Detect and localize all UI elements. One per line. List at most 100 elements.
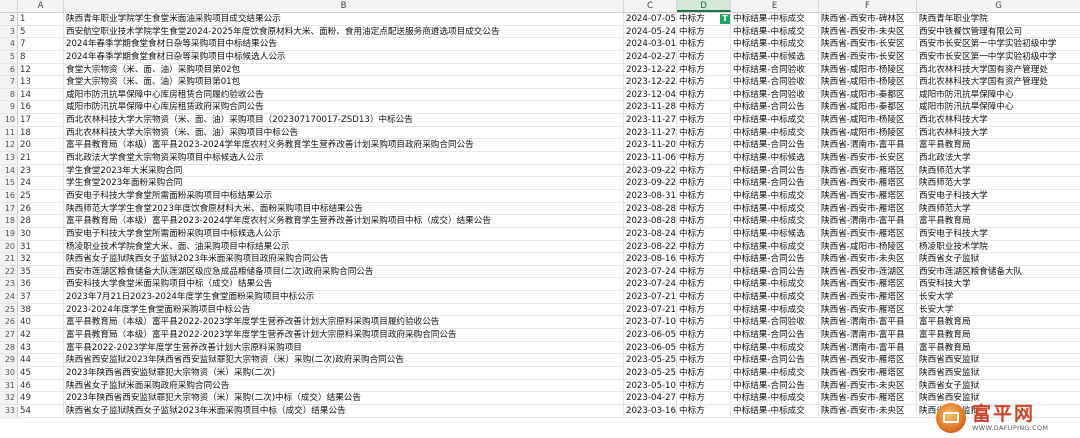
cell-b-title[interactable]: 陕西省女子监狱陕西女子监狱2023年米面采购项目中标（成交）结果公告	[64, 404, 624, 417]
cell-d-role[interactable]: 中标方	[677, 164, 731, 177]
cell-e-type[interactable]: 中标结果-中标成交	[731, 278, 819, 291]
cell-c-date[interactable]: 2024-02-27	[624, 50, 677, 63]
row-number-header[interactable]: 21	[0, 253, 18, 265]
cell-c-date[interactable]: 2024-03-01	[624, 38, 677, 50]
cell-c-date[interactable]: 2023-08-28	[624, 202, 677, 215]
cell-f-region[interactable]: 陕西省-西安市-未央区	[819, 253, 917, 265]
cell-b-title[interactable]: 食堂大宗物资（米、面、油）采购项目第01包	[64, 76, 624, 88]
cell-d-role[interactable]: 中标方	[677, 240, 731, 253]
cell-f-region[interactable]: 陕西省-渭南市-富平县	[819, 139, 917, 152]
cell-f-region[interactable]: 陕西省-西安市-雁塔区	[819, 366, 917, 379]
row-number-header[interactable]: 6	[0, 63, 18, 76]
cell-f-region[interactable]: 陕西省-咸阳市-秦都区	[819, 88, 917, 101]
cell-c-date[interactable]: 2023-08-24	[624, 227, 677, 240]
cell-f-region[interactable]: 陕西省-西安市-莲湖区	[819, 265, 917, 278]
cell-a[interactable]: 26	[18, 202, 64, 215]
cell-d-role[interactable]: 中标方	[677, 291, 731, 303]
cell-e-type[interactable]: 中标结果-合同公告	[731, 253, 819, 265]
cell-e-type[interactable]: 中标结果-中标成交	[731, 189, 819, 202]
cell-g-org[interactable]: 富平县教育局	[917, 215, 1080, 227]
cell-a[interactable]: 18	[18, 126, 64, 139]
cell-c-date[interactable]: 2023-11-06	[624, 152, 677, 164]
cell-b-title[interactable]: 2023年陕西省西安监狱罪犯大宗物资（米）采购(二次)	[64, 366, 624, 379]
cell-f-region[interactable]: 陕西省-咸阳市-杨陵区	[819, 76, 917, 88]
cell-b-title[interactable]: 2024年春季学期食堂食材日杂等采购项目中标结果公告	[64, 38, 624, 50]
cell-a[interactable]: 25	[18, 189, 64, 202]
cell-b-title[interactable]: 西北农林科技大学大宗物资（米、面、油）采购项目中标公告	[64, 126, 624, 139]
cell-f-region[interactable]: 陕西省-西安市-碑林区	[819, 13, 917, 25]
cell-g-org[interactable]: 陕西省女子监狱	[917, 380, 1080, 392]
cell-d-role[interactable]: 中标方	[677, 253, 731, 265]
cell-b-title[interactable]: 西北政法大学食堂大宗物资采购项目中标候选人公示	[64, 152, 624, 164]
cell-g-org[interactable]: 富平县教育局	[917, 139, 1080, 151]
cell-c-date[interactable]: 2023-08-28	[624, 215, 677, 227]
cell-c-date[interactable]: 2023-12-04	[624, 88, 677, 101]
cell-e-type[interactable]: 中标结果-合同验收	[731, 88, 819, 101]
cell-d-role[interactable]: 中标方	[677, 189, 731, 202]
cell-d-role[interactable]: 中标方	[677, 126, 731, 139]
cell-a[interactable]: 37	[18, 291, 64, 303]
column-header-f[interactable]: F	[819, 0, 917, 12]
cell-g-org[interactable]: 富平县教育局	[917, 342, 1080, 354]
cell-f-region[interactable]: 陕西省-西安市-长安区	[819, 152, 917, 164]
row-number-header[interactable]: 25	[0, 303, 18, 316]
cell-b-title[interactable]: 西安电子科技大学食堂所需面粉采购项目中标候选人公示	[64, 227, 624, 240]
cell-d-role[interactable]: 中标方	[677, 114, 731, 126]
cell-g-org[interactable]: 西安电子科技大学	[917, 228, 1080, 240]
cell-b-title[interactable]: 富平县教育局（本级）富平县2022-2023学年度学生营养改善计划大宗原料采购项…	[64, 329, 624, 341]
cell-b-title[interactable]: 西北农林科技大学大宗物资（米、面、油）采购项目（202307170017-ZSD…	[64, 114, 624, 126]
cell-c-date[interactable]: 2023-07-10	[624, 316, 677, 329]
cell-g-org[interactable]: 西北农林科技大学国有资产管理处	[917, 64, 1080, 76]
row-number-header[interactable]: 3	[0, 25, 18, 38]
row-number-header[interactable]: 23	[0, 278, 18, 291]
cell-e-type[interactable]: 中标结果-合同公告	[731, 265, 819, 278]
column-header-c[interactable]: C	[624, 0, 677, 12]
cell-c-date[interactable]: 2023-11-27	[624, 114, 677, 126]
cell-b-title[interactable]: 杨凌职业技术学院食堂大米、面、油采购项目中标结果公示	[64, 240, 624, 253]
cell-e-type[interactable]: 中标结果-中标成交	[731, 202, 819, 215]
cell-b-title[interactable]: 陕西省女子监狱米面采购政府采购合同公告	[64, 379, 624, 392]
cell-b-title[interactable]: 2023年陕西省西安监狱罪犯大宗物资（米）采购(二次)中标（成交）结果公告	[64, 392, 624, 404]
cell-d-role[interactable]: 中标方	[677, 177, 731, 189]
cell-a[interactable]: 46	[18, 379, 64, 392]
cell-c-date[interactable]: 2023-03-16	[624, 404, 677, 417]
cell-a[interactable]: 23	[18, 164, 64, 177]
cell-g-org[interactable]: 陕西省女子监狱	[917, 253, 1080, 265]
cell-a[interactable]: 1	[18, 13, 64, 25]
row-number-header[interactable]: 26	[0, 316, 18, 329]
cell-c-date[interactable]: 2023-08-22	[624, 240, 677, 253]
cell-f-region[interactable]: 陕西省-渭南市-富平县	[819, 329, 917, 341]
cell-c-date[interactable]: 2023-11-27	[624, 126, 677, 139]
cell-e-type[interactable]: 中标结果-合同公告	[731, 329, 819, 341]
cell-e-type[interactable]: 中标结果-中标成交	[731, 240, 819, 253]
cell-e-type[interactable]: 中标结果-中标成交	[731, 303, 819, 316]
row-number-header[interactable]: 15	[0, 177, 18, 189]
cell-a[interactable]: 17	[18, 114, 64, 126]
select-all-corner[interactable]	[0, 0, 18, 12]
cell-g-org[interactable]: 陕西师范大学	[917, 203, 1080, 215]
row-number-header[interactable]: 5	[0, 50, 18, 63]
cell-g-org[interactable]: 陕西青年职业学院	[917, 13, 1080, 25]
cell-g-org[interactable]: 西安市长安区第一中学实验初级中学	[917, 38, 1080, 50]
cell-d-role[interactable]: 中标方	[677, 63, 731, 76]
cell-b-title[interactable]: 富平县2022-2023学年度学生营养改善计划大宗原料采购项目	[64, 341, 624, 354]
cell-e-type[interactable]: 中标结果-合同验收	[731, 316, 819, 329]
cell-b-title[interactable]: 西安市莲湖区粮食储备大队莲湖区级应急成品粮储备项目(二次)政府采购合同公告	[64, 265, 624, 278]
cell-d-role[interactable]: 中标方	[677, 392, 731, 404]
cell-c-date[interactable]: 2023-08-31	[624, 189, 677, 202]
cell-g-org[interactable]: 陕西师范大学	[917, 177, 1080, 189]
cell-a[interactable]: 35	[18, 265, 64, 278]
row-number-header[interactable]: 19	[0, 227, 18, 240]
cell-d-role[interactable]: 中标方	[677, 278, 731, 291]
cell-f-region[interactable]: 陕西省-咸阳市-秦都区	[819, 101, 917, 114]
cell-d-role[interactable]: 中标方	[677, 215, 731, 227]
cell-g-org[interactable]: 西安市长安区第一中学实验初级中学	[917, 51, 1080, 63]
cell-f-region[interactable]: 陕西省-西安市-雁塔区	[819, 164, 917, 177]
row-number-header[interactable]: 14	[0, 164, 18, 177]
cell-c-date[interactable]: 2023-09-22	[624, 177, 677, 189]
cell-a[interactable]: 20	[18, 139, 64, 152]
cell-d-role[interactable]: 中标方	[677, 303, 731, 316]
cell-g-org[interactable]: 咸阳市防汛抗旱保障中心	[917, 101, 1080, 113]
cell-f-region[interactable]: 陕西省-西安市-未央区	[819, 25, 917, 38]
cell-f-region[interactable]: 陕西省-西安市-未央区	[819, 404, 917, 417]
